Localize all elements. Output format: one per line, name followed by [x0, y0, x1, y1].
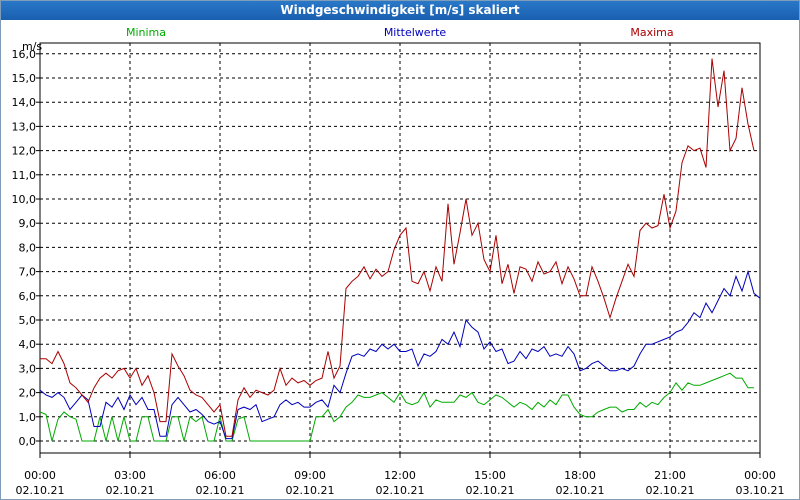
x-tick-time: 00:00 [24, 469, 56, 482]
y-tick-label: 12,0 [12, 145, 37, 158]
grid [40, 43, 760, 453]
y-tick-label: 14,0 [12, 96, 37, 109]
y-tick-label: 4,0 [19, 338, 37, 351]
x-tick-time: 00:00 [744, 469, 776, 482]
x-tick-time: 03:00 [114, 469, 146, 482]
legend-minima: Minima [126, 26, 166, 39]
x-tick-time: 09:00 [294, 469, 326, 482]
x-tick-date: 03.10.21 [736, 484, 785, 497]
y-tick-label: 3,0 [19, 362, 37, 375]
y-tick-label: 0,0 [19, 435, 37, 448]
x-tick-date: 02.10.21 [196, 484, 245, 497]
legend: Minima Mittelwerte Maxima [126, 26, 674, 39]
x-tick-labels: 00:00 02.10.21 03:00 02.10.21 06:00 02.10.21 0… [16, 469, 785, 497]
x-tick-date: 02.10.21 [286, 484, 335, 497]
legend-maxima: Maxima [630, 26, 673, 39]
x-tick-date: 02.10.21 [466, 484, 515, 497]
x-tick-time: 15:00 [474, 469, 506, 482]
x-tick-date: 02.10.21 [376, 484, 425, 497]
y-tick-label: 13,0 [12, 120, 37, 133]
y-tick-label: 15,0 [12, 72, 37, 85]
y-tick-label: 6,0 [19, 290, 37, 303]
y-tick-label: 10,0 [12, 193, 37, 206]
y-tick-label: 9,0 [19, 217, 37, 230]
legend-mittelwerte: Mittelwerte [384, 26, 447, 39]
x-tick-date: 02.10.21 [556, 484, 605, 497]
x-tick-date: 02.10.21 [646, 484, 695, 497]
x-tick-date: 02.10.21 [106, 484, 155, 497]
y-tick-label: 7,0 [19, 266, 37, 279]
y-tick-labels: 0,0 1,0 2,0 3,0 4,0 5,0 6,0 7,0 8,0 9,0 10,0 11,0 12… [12, 48, 37, 448]
x-tick-time: 18:00 [564, 469, 596, 482]
x-tick-time: 12:00 [384, 469, 416, 482]
y-tick-label: 1,0 [19, 411, 37, 424]
y-axis-unit-label: m/s [22, 40, 42, 53]
y-tick-label: 11,0 [12, 169, 37, 182]
y-tick-label: 2,0 [19, 387, 37, 400]
y-tick-label: 5,0 [19, 314, 37, 327]
wind-speed-chart: 0,0 1,0 2,0 3,0 4,0 5,0 6,0 7,0 8,0 9,0 10,0 11,0 12… [12, 26, 785, 497]
x-tick-time: 21:00 [654, 469, 686, 482]
x-tick-date: 02.10.21 [16, 484, 65, 497]
x-tick-time: 06:00 [204, 469, 236, 482]
y-tick-label: 8,0 [19, 241, 37, 254]
